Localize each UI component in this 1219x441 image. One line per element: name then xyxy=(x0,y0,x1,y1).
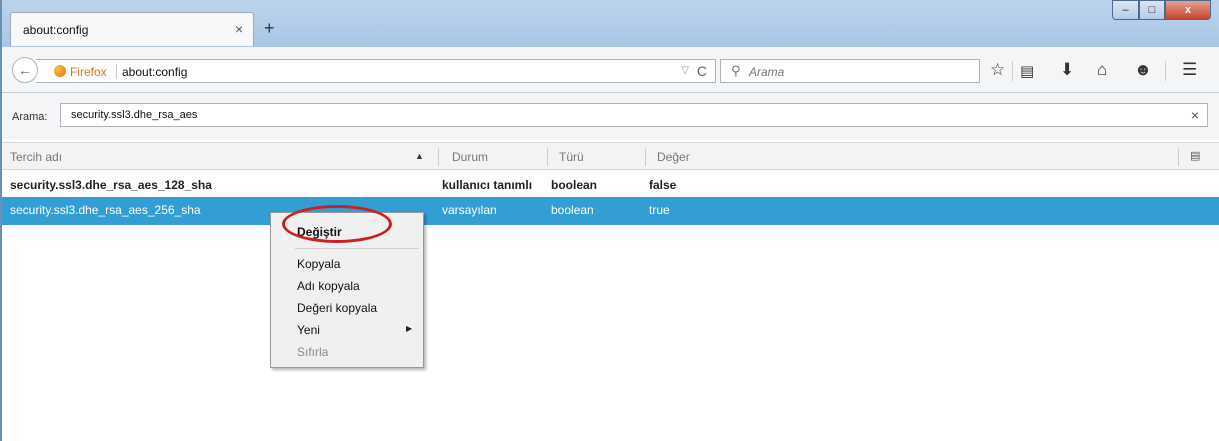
search-placeholder: Arama xyxy=(749,65,785,79)
menu-item-copy-value[interactable]: Değeri kopyala xyxy=(297,301,377,315)
toolbar-divider xyxy=(1012,61,1013,81)
table-row[interactable]: security.ssl3.dhe_rsa_aes_128_sha kullan… xyxy=(2,172,1219,200)
menu-item-copy-name[interactable]: Adı kopyala xyxy=(297,279,360,293)
window-controls: – □ x xyxy=(1112,0,1211,20)
firefox-icon xyxy=(54,65,66,77)
pref-type: boolean xyxy=(551,178,598,192)
reload-icon[interactable]: C xyxy=(697,63,707,79)
column-divider[interactable] xyxy=(1178,148,1179,166)
filter-bar: Arama: security.ssl3.dhe_rsa_aes × xyxy=(2,93,1219,139)
pref-status: varsayılan xyxy=(442,203,497,217)
download-icon[interactable]: ⬇ xyxy=(1060,60,1074,80)
url-dropdown-icon[interactable]: ▽ xyxy=(681,65,689,76)
filter-value: security.ssl3.dhe_rsa_aes xyxy=(71,109,198,121)
browser-window: about:config × + – □ x Firefox about:con… xyxy=(0,0,1219,441)
column-divider[interactable] xyxy=(645,148,646,166)
tab-about-config[interactable]: about:config × xyxy=(10,12,254,46)
pref-value: false xyxy=(649,178,677,192)
minimize-button[interactable]: – xyxy=(1112,0,1139,20)
new-tab-button[interactable]: + xyxy=(264,18,275,39)
menu-item-reset: Sıfırla xyxy=(297,345,329,359)
maximize-button[interactable]: □ xyxy=(1139,0,1165,20)
pocket-icon[interactable]: ☻ xyxy=(1134,60,1152,80)
column-divider[interactable] xyxy=(547,148,548,166)
pref-status: kullanıcı tanımlı xyxy=(442,178,533,192)
menu-item-new[interactable]: Yeni xyxy=(297,323,320,337)
menu-separator xyxy=(295,248,419,249)
submenu-arrow-icon: ▶ xyxy=(406,324,413,333)
filter-input[interactable]: security.ssl3.dhe_rsa_aes × xyxy=(60,103,1208,127)
title-bar: about:config × + – □ x xyxy=(2,0,1219,47)
pref-value: true xyxy=(649,203,670,217)
search-icon: ⚲ xyxy=(731,63,741,78)
column-picker-icon[interactable]: ▤ xyxy=(1190,149,1200,162)
reading-list-icon[interactable]: ▤ xyxy=(1020,62,1034,80)
context-menu: Değiştir Kopyala Adı kopyala Değeri kopy… xyxy=(270,212,424,368)
column-divider[interactable] xyxy=(438,148,439,166)
search-input[interactable]: ⚲ Arama xyxy=(720,59,980,83)
menu-item-toggle[interactable]: Değiştir xyxy=(297,225,342,239)
close-window-button[interactable]: x xyxy=(1165,0,1211,20)
menu-item-copy[interactable]: Kopyala xyxy=(297,257,340,271)
back-button[interactable]: ← xyxy=(12,57,38,83)
column-type[interactable]: Türü xyxy=(559,150,584,164)
bookmark-star-icon[interactable]: ☆ xyxy=(990,60,1005,80)
tab-close-icon[interactable]: × xyxy=(235,21,243,37)
url-bar[interactable]: Firefox about:config ▽ C xyxy=(36,59,716,83)
tab-title: about:config xyxy=(23,23,89,37)
url-text[interactable]: about:config xyxy=(122,65,187,79)
nav-bar: Firefox about:config ▽ C ← ⚲ Arama ☆ ▤ ⬇… xyxy=(2,47,1219,93)
back-arrow-icon: ← xyxy=(18,62,32,78)
menu-icon[interactable]: ☰ xyxy=(1182,60,1197,80)
sort-ascending-icon: ▲ xyxy=(415,151,424,161)
table-row-selected[interactable]: security.ssl3.dhe_rsa_aes_256_sha varsay… xyxy=(2,197,1219,225)
pref-type: boolean xyxy=(551,203,594,217)
column-status[interactable]: Durum xyxy=(452,150,488,164)
column-name[interactable]: Tercih adı xyxy=(10,150,62,164)
toolbar-divider xyxy=(1165,61,1166,81)
pref-name: security.ssl3.dhe_rsa_aes_128_sha xyxy=(10,178,212,192)
column-header: Tercih adı ▲ Durum Türü Değer ▤ xyxy=(2,142,1219,170)
identity-label[interactable]: Firefox xyxy=(70,65,107,79)
url-divider xyxy=(116,64,117,79)
pref-name: security.ssl3.dhe_rsa_aes_256_sha xyxy=(10,203,201,217)
filter-label: Arama: xyxy=(12,111,48,123)
home-icon[interactable]: ⌂ xyxy=(1097,60,1107,80)
clear-filter-icon[interactable]: × xyxy=(1191,107,1199,123)
column-value[interactable]: Değer xyxy=(657,150,690,164)
